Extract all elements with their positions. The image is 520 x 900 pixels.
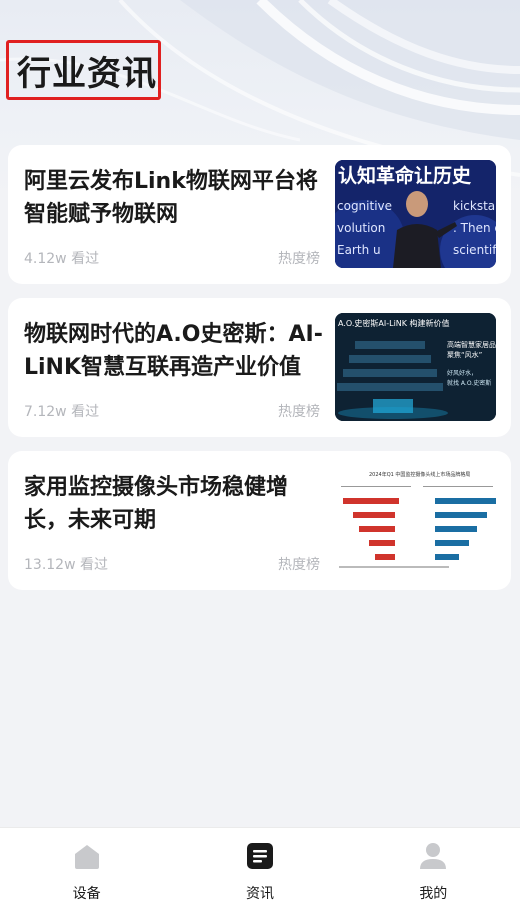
trending-tag[interactable]: 热度榜 bbox=[278, 401, 320, 421]
news-card[interactable]: 阿里云发布Link物联网平台将智能赋予物联网 4.12w 看过 热度榜 认知革命… bbox=[8, 145, 511, 284]
svg-text:就找 A.O.史密斯: 就找 A.O.史密斯 bbox=[447, 379, 491, 387]
svg-text:聚焦“风水”: 聚焦“风水” bbox=[447, 350, 482, 359]
tab-news[interactable]: 资讯 bbox=[173, 828, 346, 900]
tab-label: 我的 bbox=[419, 886, 448, 900]
news-thumbnail[interactable]: 认知革命让历史 cognitive kickstart volution . T… bbox=[335, 160, 496, 268]
thumb-caption: A.O.史密斯AI-LiNK 构建新价值 bbox=[338, 318, 450, 328]
tab-devices[interactable]: 设备 bbox=[0, 828, 173, 900]
news-thumbnail[interactable]: 2024年Q1 中国监控摄像头线上市场品牌格局 bbox=[335, 466, 496, 574]
news-title[interactable]: 物联网时代的A.O史密斯：AI-LiNK智慧互联再造产业价值 bbox=[24, 318, 324, 384]
thumb-caption: 2024年Q1 中国监控摄像头线上市场品牌格局 bbox=[369, 471, 470, 478]
svg-text:Earth u: Earth u bbox=[337, 243, 381, 257]
svg-text:cognitive: cognitive bbox=[337, 199, 392, 213]
page-title: 行业资讯 bbox=[17, 53, 157, 94]
trending-tag[interactable]: 热度榜 bbox=[278, 554, 320, 574]
news-list: 阿里云发布Link物联网平台将智能赋予物联网 4.12w 看过 热度榜 认知革命… bbox=[8, 145, 511, 604]
news-card[interactable]: 物联网时代的A.O史密斯：AI-LiNK智慧互联再造产业价值 7.12w 看过 … bbox=[8, 298, 511, 437]
news-thumbnail[interactable]: A.O.史密斯AI-LiNK 构建新价值 高端智慧家居品 聚焦“风水” 好风好水… bbox=[335, 313, 496, 421]
view-count: 4.12w 看过 bbox=[24, 251, 100, 267]
view-count: 13.12w 看过 bbox=[24, 557, 108, 573]
news-title[interactable]: 阿里云发布Link物联网平台将智能赋予物联网 bbox=[24, 165, 324, 231]
news-card[interactable]: 家用监控摄像头市场稳健增长，未来可期 13.12w 看过 热度榜 2024年Q1… bbox=[8, 451, 511, 590]
svg-text:scientif: scientif bbox=[453, 243, 496, 257]
page-title-highlight: 行业资讯 bbox=[6, 40, 161, 100]
svg-text:好风好水，: 好风好水， bbox=[447, 369, 477, 377]
tab-label: 设备 bbox=[72, 886, 101, 900]
user-icon bbox=[418, 841, 448, 871]
svg-text:volution: volution bbox=[337, 221, 385, 235]
home-icon bbox=[72, 841, 102, 871]
bottom-tab-bar: 设备 资讯 我的 bbox=[0, 827, 520, 900]
thumb-caption: 认知革命让历史 bbox=[338, 164, 472, 187]
tab-label: 资讯 bbox=[245, 886, 274, 900]
view-count: 7.12w 看过 bbox=[24, 404, 100, 420]
news-title[interactable]: 家用监控摄像头市场稳健增长，未来可期 bbox=[24, 471, 324, 537]
svg-text:kickstart: kickstart bbox=[453, 199, 496, 213]
svg-text:. Then c: . Then c bbox=[453, 221, 496, 235]
tab-profile[interactable]: 我的 bbox=[347, 828, 520, 900]
trending-tag[interactable]: 热度榜 bbox=[278, 248, 320, 268]
svg-text:高端智慧家居品: 高端智慧家居品 bbox=[447, 340, 496, 349]
news-icon bbox=[245, 841, 275, 871]
